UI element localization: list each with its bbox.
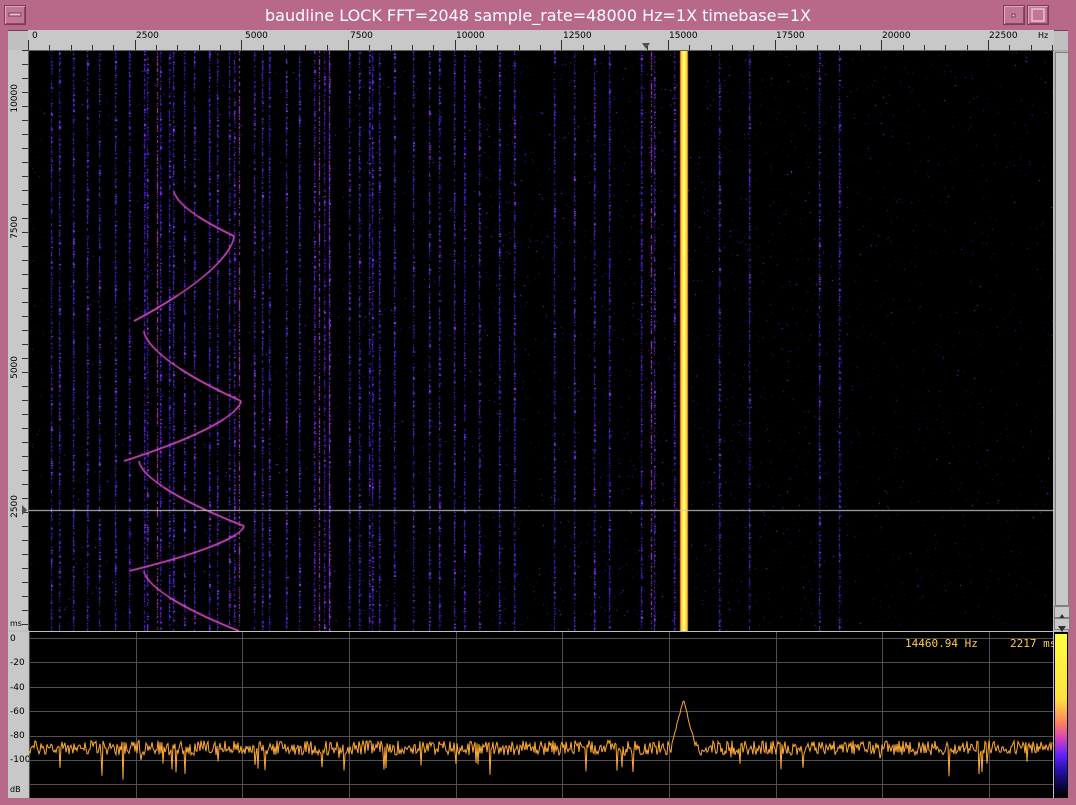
title-bar[interactable]: baudline LOCK FFT=2048 sample_rate=48000… bbox=[0, 0, 1076, 31]
window-frame-right[interactable] bbox=[1068, 30, 1076, 805]
db-tick-label: -80 bbox=[10, 731, 25, 741]
db-tick-label: -20 bbox=[10, 658, 25, 668]
db-unit-label: dB bbox=[10, 785, 21, 794]
window-title: baudline LOCK FFT=2048 sample_rate=48000… bbox=[265, 6, 811, 25]
freq-tick-label: 17500 bbox=[776, 31, 805, 41]
db-tick-label: -40 bbox=[10, 683, 25, 693]
minimize-icon[interactable] bbox=[1003, 5, 1025, 25]
frequency-axis[interactable]: 0 2500 5000 7500 10000 12500 15000 17500… bbox=[28, 30, 1054, 51]
time-tick-label: 2500 bbox=[10, 495, 20, 518]
freq-tick-label: 0 bbox=[32, 31, 38, 41]
time-tick-label: 7500 bbox=[10, 216, 20, 239]
time-axis-ticks bbox=[22, 50, 28, 625]
spectrum-grid bbox=[29, 632, 1053, 798]
freq-tick-label: 2500 bbox=[136, 31, 159, 41]
freq-tick-label: 5000 bbox=[245, 31, 268, 41]
freq-tick-label: 7500 bbox=[350, 31, 373, 41]
spectrogram-canvas[interactable] bbox=[29, 51, 1053, 631]
db-tick-label: -100 bbox=[10, 755, 31, 765]
freq-tick-label: 12500 bbox=[563, 31, 592, 41]
freq-tick-label: 10000 bbox=[456, 31, 485, 41]
spectrum-trace bbox=[28, 700, 1053, 780]
time-tick-label: 5000 bbox=[10, 356, 20, 379]
scroll-down-icon[interactable] bbox=[1054, 618, 1070, 632]
scrollbar-thumb[interactable] bbox=[1055, 52, 1069, 606]
spectrum-display[interactable] bbox=[28, 632, 1053, 798]
db-tick-label: -60 bbox=[10, 707, 25, 717]
colormap-bar bbox=[1054, 632, 1068, 798]
window-frame-bottom[interactable] bbox=[0, 798, 1076, 805]
scroll-up-icon[interactable] bbox=[1054, 606, 1070, 620]
freq-tick-label: 15000 bbox=[669, 31, 698, 41]
freq-tick-label: 20000 bbox=[882, 31, 911, 41]
time-unit-label: ms bbox=[10, 619, 22, 628]
spectrogram-display[interactable] bbox=[29, 51, 1053, 631]
maximize-icon[interactable] bbox=[1027, 5, 1049, 25]
freq-unit-label: Hz bbox=[1038, 31, 1049, 40]
cursor-frequency-readout: 14460.94 Hz bbox=[905, 637, 978, 650]
time-tick-label: 10000 bbox=[10, 84, 20, 113]
freq-tick-label: 22500 bbox=[989, 31, 1018, 41]
db-tick-label: 0 bbox=[10, 634, 16, 644]
time-axis[interactable] bbox=[8, 50, 29, 630]
window-frame-left[interactable] bbox=[0, 30, 8, 805]
cursor-time-readout: 2217 ms bbox=[1010, 637, 1057, 650]
spectrum-plot[interactable] bbox=[28, 632, 1053, 798]
time-scrollbar[interactable] bbox=[1054, 50, 1070, 632]
